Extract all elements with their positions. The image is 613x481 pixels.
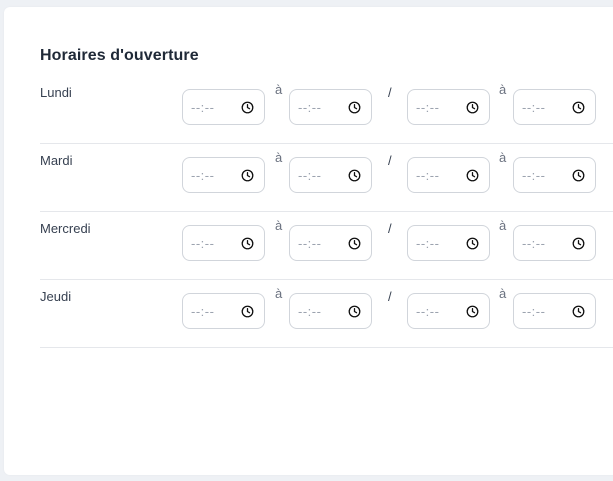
time-value: --:--	[416, 304, 440, 319]
clock-icon[interactable]	[466, 237, 479, 250]
clock-icon[interactable]	[572, 101, 585, 114]
morning-close-time-input[interactable]: --:--	[289, 293, 372, 329]
day-row-thursday: Jeudi --:-- à --:-- / --:-- à --:--	[40, 279, 613, 348]
slash-separator: /	[388, 289, 392, 304]
afternoon-close-time-input[interactable]: --:--	[513, 293, 596, 329]
time-value: --:--	[522, 100, 546, 115]
clock-icon[interactable]	[466, 305, 479, 318]
to-separator: à	[275, 286, 283, 301]
clock-icon[interactable]	[572, 237, 585, 250]
time-value: --:--	[522, 236, 546, 251]
section-title: Horaires d'ouverture	[40, 47, 199, 64]
day-label: Jeudi	[40, 289, 72, 304]
clock-icon[interactable]	[348, 305, 361, 318]
time-value: --:--	[298, 100, 322, 115]
day-row-monday: Lundi --:-- à --:-- / --:-- à --:--	[40, 75, 613, 144]
to-separator: à	[499, 150, 507, 165]
to-separator: à	[499, 286, 507, 301]
time-value: --:--	[416, 100, 440, 115]
afternoon-open-time-input[interactable]: --:--	[407, 157, 490, 193]
time-value: --:--	[191, 236, 215, 251]
clock-icon[interactable]	[466, 101, 479, 114]
clock-icon[interactable]	[348, 237, 361, 250]
afternoon-close-time-input[interactable]: --:--	[513, 225, 596, 261]
time-value: --:--	[191, 100, 215, 115]
morning-open-time-input[interactable]: --:--	[182, 157, 265, 193]
time-value: --:--	[191, 304, 215, 319]
time-value: --:--	[522, 304, 546, 319]
afternoon-close-time-input[interactable]: --:--	[513, 89, 596, 125]
day-row-tuesday: Mardi --:-- à --:-- / --:-- à --:--	[40, 143, 613, 212]
morning-open-time-input[interactable]: --:--	[182, 225, 265, 261]
morning-close-time-input[interactable]: --:--	[289, 225, 372, 261]
time-value: --:--	[416, 236, 440, 251]
morning-open-time-input[interactable]: --:--	[182, 293, 265, 329]
slash-separator: /	[388, 85, 392, 100]
day-label: Lundi	[40, 85, 72, 100]
clock-icon[interactable]	[241, 169, 254, 182]
afternoon-open-time-input[interactable]: --:--	[407, 293, 490, 329]
clock-icon[interactable]	[466, 169, 479, 182]
clock-icon[interactable]	[241, 237, 254, 250]
day-label: Mardi	[40, 153, 73, 168]
day-row-wednesday: Mercredi --:-- à --:-- / --:-- à --:--	[40, 211, 613, 280]
morning-open-time-input[interactable]: --:--	[182, 89, 265, 125]
clock-icon[interactable]	[348, 101, 361, 114]
time-value: --:--	[298, 236, 322, 251]
clock-icon[interactable]	[241, 101, 254, 114]
time-value: --:--	[298, 168, 322, 183]
to-separator: à	[499, 82, 507, 97]
time-value: --:--	[298, 304, 322, 319]
morning-close-time-input[interactable]: --:--	[289, 157, 372, 193]
clock-icon[interactable]	[572, 169, 585, 182]
time-value: --:--	[416, 168, 440, 183]
day-label: Mercredi	[40, 221, 91, 236]
afternoon-open-time-input[interactable]: --:--	[407, 225, 490, 261]
afternoon-close-time-input[interactable]: --:--	[513, 157, 596, 193]
time-value: --:--	[522, 168, 546, 183]
time-value: --:--	[191, 168, 215, 183]
slash-separator: /	[388, 153, 392, 168]
slash-separator: /	[388, 221, 392, 236]
to-separator: à	[275, 82, 283, 97]
to-separator: à	[275, 150, 283, 165]
afternoon-open-time-input[interactable]: --:--	[407, 89, 490, 125]
clock-icon[interactable]	[572, 305, 585, 318]
clock-icon[interactable]	[348, 169, 361, 182]
to-separator: à	[275, 218, 283, 233]
opening-hours-card: Horaires d'ouverture Lundi --:-- à --:--…	[4, 7, 613, 475]
clock-icon[interactable]	[241, 305, 254, 318]
to-separator: à	[499, 218, 507, 233]
morning-close-time-input[interactable]: --:--	[289, 89, 372, 125]
